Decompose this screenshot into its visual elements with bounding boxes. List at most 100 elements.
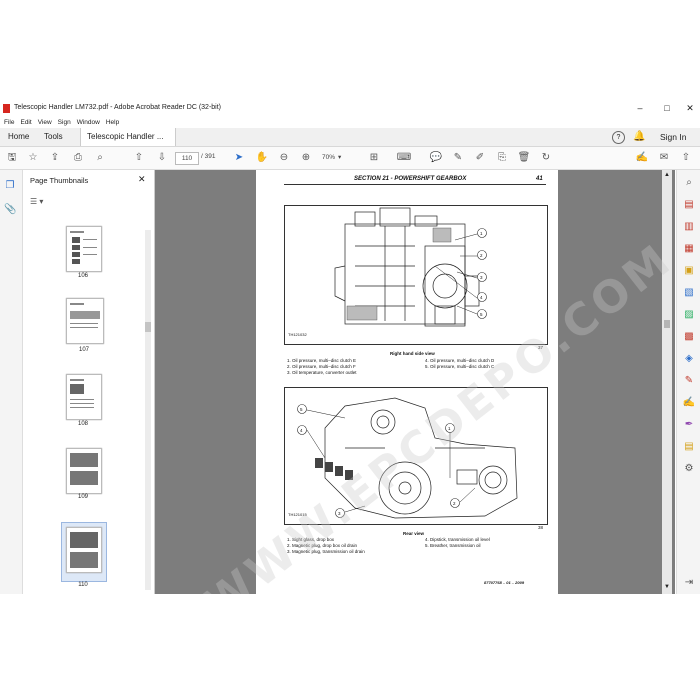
save-icon[interactable]: 🖫	[4, 150, 20, 166]
callout-label: 3	[480, 275, 483, 280]
toolbar: 🖫 ☆ ⇪ ⎙ ⌕ ⇧ ⇩ 110 / 391 ➤ ✋ ⊖ ⊕ 70% ▾ ⊞ ⌨…	[0, 147, 700, 170]
tab-document-label: Telescopic Handler ...	[87, 132, 164, 141]
document-scrollbar[interactable]: ▲ ▼	[662, 170, 672, 594]
select-cursor-icon[interactable]: ➤	[231, 150, 247, 166]
zoom-value: 70%	[322, 154, 336, 161]
menu-file[interactable]: File	[4, 117, 14, 128]
help-icon[interactable]: ?	[612, 131, 625, 144]
search-tool-icon[interactable]: ⌕	[682, 176, 696, 190]
gearbox-side-drawing	[334, 207, 487, 327]
thumbnail-page-108[interactable]	[66, 374, 102, 420]
collapse-panel-icon[interactable]: ⇥	[682, 576, 696, 590]
thumbnail-label: 106	[77, 273, 88, 279]
minimize-button[interactable]: –	[629, 102, 651, 115]
page-fit-icon[interactable]: ⊞	[366, 150, 382, 166]
search-icon[interactable]: ⌕	[92, 150, 108, 166]
menu-window[interactable]: Window	[77, 117, 100, 128]
export-pdf-icon[interactable]: ▤	[682, 198, 696, 212]
figure-right-hand-side: 1 2 3 4 5 TH121032	[284, 205, 548, 345]
figure-number: 38	[538, 525, 544, 530]
share-icon[interactable]: ⇧	[678, 150, 694, 166]
maximize-button[interactable]: □	[656, 102, 678, 115]
keyboard-icon[interactable]: ⌨	[396, 150, 412, 166]
left-navigation-rail: ❐ 📎	[0, 170, 23, 594]
thumbnails-scrollbar-thumb[interactable]	[145, 322, 151, 332]
callout-label: 2	[480, 253, 483, 258]
comment-tool-icon[interactable]: ▣	[682, 264, 696, 278]
scroll-up-icon[interactable]: ▲	[662, 172, 672, 180]
send-for-comments-icon[interactable]: ▤	[682, 440, 696, 454]
page-number: 41	[536, 176, 543, 182]
document-view[interactable]: SECTION 21 - POWERSHIFT GEARBOX 41 1 2 3…	[155, 170, 675, 594]
hand-tool-icon[interactable]: ✋	[254, 150, 270, 166]
callout-label: 4	[300, 428, 303, 433]
tab-tools[interactable]: Tools	[38, 128, 69, 146]
tab-document[interactable]: Telescopic Handler ... ✕	[80, 128, 176, 159]
callout-label: 5	[480, 312, 483, 317]
callout-label: 4	[480, 295, 483, 300]
right-tools-rail: ⌕ ▤ ▥ ▦ ▣ ▧ ▨ ▩ ◈ ✎ ✍ ✒ ▤ ⚙ ⇥	[676, 170, 700, 594]
fill-sign-icon[interactable]: ✍	[634, 150, 650, 166]
thumbnail-label: 109	[77, 494, 88, 500]
chevron-down-icon: ▾	[338, 154, 342, 161]
menu-sign[interactable]: Sign	[58, 117, 71, 128]
page-number-input[interactable]: 110	[175, 152, 199, 165]
page-header: SECTION 21 - POWERSHIFT GEARBOX 41	[284, 176, 546, 185]
thumbnail-page-106[interactable]	[66, 226, 102, 272]
edit-pdf-icon[interactable]: ▦	[682, 242, 696, 256]
window-title: Telescopic Handler LM732.pdf - Adobe Acr…	[14, 104, 221, 111]
callout-label: 2	[453, 501, 456, 506]
page-thumbnails-panel: Page Thumbnails ✕ ☰ ▾ 106 107 108 109 11…	[23, 170, 155, 594]
menu-edit[interactable]: Edit	[20, 117, 31, 128]
send-signature-icon[interactable]: ✉	[656, 150, 672, 166]
rotate-icon[interactable]: ↻	[538, 150, 554, 166]
print-icon[interactable]: ⎙	[70, 150, 86, 166]
thumbnail-page-107[interactable]	[66, 298, 104, 344]
thumbnails-scrollbar[interactable]	[145, 230, 151, 590]
draw-icon[interactable]: ✐	[472, 150, 488, 166]
sign-in-button[interactable]: Sign In	[660, 128, 686, 146]
stamp-icon[interactable]: ⎘	[494, 150, 510, 166]
page-total: / 391	[201, 153, 216, 160]
menu-view[interactable]: View	[38, 117, 52, 128]
create-pdf-icon[interactable]: ▥	[682, 220, 696, 234]
page-thumbnails-icon[interactable]: ❐	[4, 180, 16, 192]
legend-item: 3. Oil temperature, converter outlet	[287, 370, 357, 376]
acrobat-window: Telescopic Handler LM732.pdf - Adobe Acr…	[0, 100, 700, 594]
callout-label: 1	[480, 231, 483, 236]
upload-icon[interactable]: ⇪	[47, 150, 63, 166]
close-window-button[interactable]: ✕	[679, 102, 700, 115]
figure-caption: Rear view	[403, 531, 425, 536]
combine-files-icon[interactable]: ▧	[682, 286, 696, 300]
delete-icon[interactable]: 🗑	[516, 150, 532, 166]
next-page-icon[interactable]: ⇩	[154, 150, 170, 166]
bookmark-star-icon[interactable]: ☆	[25, 150, 41, 166]
scan-ocr-icon[interactable]: ◈	[682, 352, 696, 366]
document-scrollbar-thumb[interactable]	[664, 320, 670, 328]
redact-icon[interactable]: ▩	[682, 330, 696, 344]
more-tools-icon[interactable]: ⚙	[682, 462, 696, 476]
zoom-out-icon[interactable]: ⊖	[276, 150, 292, 166]
scroll-down-icon[interactable]: ▼	[662, 584, 672, 592]
thumbnail-page-110[interactable]	[66, 527, 102, 573]
send-for-signature-icon[interactable]: ✒	[682, 418, 696, 432]
highlight-pen-icon[interactable]: ✎	[450, 150, 466, 166]
bell-icon[interactable]: 🔔	[633, 131, 645, 143]
zoom-in-icon[interactable]: ⊕	[298, 150, 314, 166]
attachment-icon[interactable]: 📎	[4, 204, 16, 216]
callout-label: 5	[300, 407, 303, 412]
menu-help[interactable]: Help	[106, 117, 119, 128]
tab-home[interactable]: Home	[2, 128, 35, 146]
fill-and-sign-icon[interactable]: ✍	[682, 396, 696, 410]
thumbnail-label: 108	[77, 421, 88, 427]
close-panel-icon[interactable]: ✕	[138, 174, 146, 185]
thumbnail-page-109[interactable]	[66, 448, 102, 494]
page-footer: 87707768 – 01 – 2009	[484, 580, 525, 585]
figure-code: TH121032	[288, 332, 307, 337]
previous-page-icon[interactable]: ⇧	[131, 150, 147, 166]
thumbnail-options-icon[interactable]: ☰ ▾	[30, 197, 43, 206]
zoom-dropdown[interactable]: 70% ▾	[322, 152, 350, 163]
protect-icon[interactable]: ✎	[682, 374, 696, 388]
comment-icon[interactable]: 💬	[428, 150, 444, 166]
organize-pages-icon[interactable]: ▨	[682, 308, 696, 322]
